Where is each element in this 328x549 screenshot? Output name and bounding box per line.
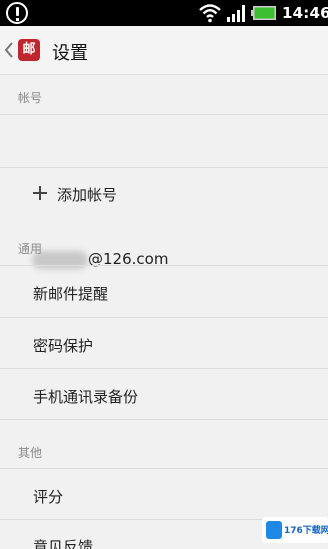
watermark-text: 176下载网 <box>284 526 328 536</box>
account-item[interactable]: @126.com <box>0 117 328 269</box>
plus-icon <box>33 186 47 200</box>
section-divider <box>0 114 328 115</box>
wifi-icon <box>199 4 221 23</box>
list-item[interactable]: 手机通讯录备份 <box>0 369 328 419</box>
new-mail-alert-label: 新邮件提醒 <box>33 285 109 303</box>
feedback-label: 意见反馈 <box>33 538 94 549</box>
watermark: 176下载网 <box>262 517 328 543</box>
section-label-account: 帐号 <box>18 91 43 105</box>
password-protect-label: 密码保护 <box>33 337 94 355</box>
list-item[interactable]: 评分 <box>0 469 328 519</box>
add-account-label: 添加帐号 <box>57 186 118 204</box>
status-time: 14:46 <box>282 4 328 22</box>
watermark-logo-icon <box>266 521 282 539</box>
rate-label: 评分 <box>33 488 64 506</box>
signal-icon <box>227 5 245 22</box>
add-account-item[interactable]: 添加帐号 <box>0 168 328 218</box>
page-title: 设置 <box>52 43 88 64</box>
list-item[interactable]: 新邮件提醒 <box>0 266 328 316</box>
contacts-backup-label: 手机通讯录备份 <box>33 388 139 406</box>
alert-icon <box>6 2 28 24</box>
section-label-general: 通用 <box>18 242 43 256</box>
header-divider <box>0 74 328 75</box>
app-logo[interactable]: 邮 <box>18 39 40 61</box>
battery-icon <box>251 6 276 20</box>
status-bar: 14:46 <box>0 0 328 26</box>
section-label-other: 其他 <box>18 446 43 460</box>
back-chevron-icon[interactable] <box>2 38 16 62</box>
list-item[interactable]: 密码保护 <box>0 318 328 368</box>
header: 邮 设置 <box>0 26 328 74</box>
item-divider <box>0 419 328 420</box>
